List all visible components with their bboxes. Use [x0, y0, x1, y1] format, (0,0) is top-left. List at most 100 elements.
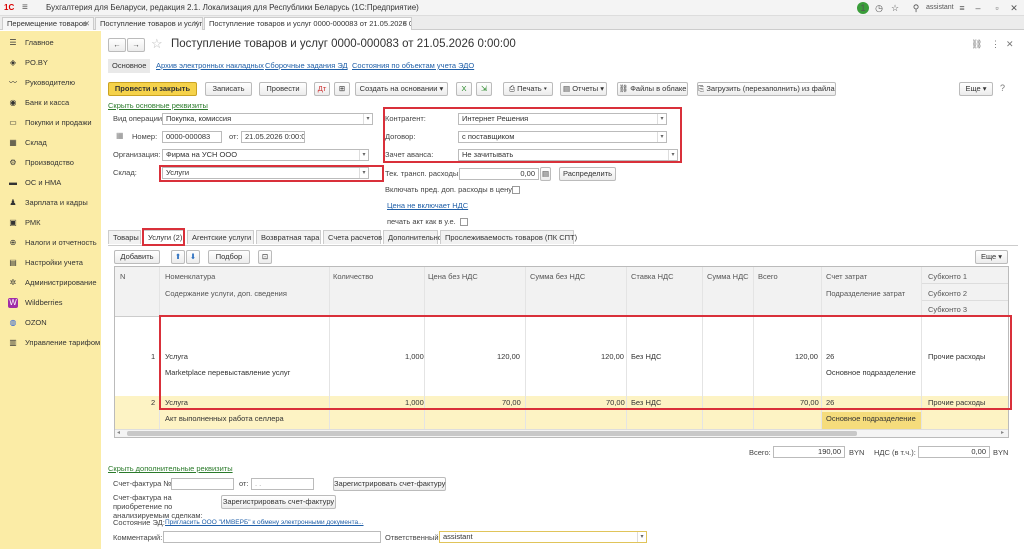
- dropdown-icon[interactable]: ▾: [363, 114, 372, 124]
- create-based-on-button[interactable]: Создать на основании ▾: [355, 82, 448, 96]
- tab-transfer[interactable]: Перемещение товаров ✕: [2, 17, 94, 30]
- print-act-checkbox[interactable]: [460, 218, 468, 226]
- history-icon[interactable]: ◷: [873, 2, 885, 14]
- dropdown-icon[interactable]: ▾: [359, 168, 368, 178]
- comment-field[interactable]: [163, 531, 381, 543]
- structure-icon[interactable]: ⊞: [334, 82, 350, 96]
- hide-extra-details-link[interactable]: Скрыть дополнительные реквизиты: [108, 463, 233, 475]
- sidebar-item[interactable]: ☰ Главное: [0, 33, 101, 53]
- calculator-icon[interactable]: ▤: [540, 167, 551, 181]
- tab-additional[interactable]: Дополнительно: [383, 230, 442, 244]
- table-settings-icon[interactable]: ⊡: [258, 250, 272, 264]
- dropdown-icon[interactable]: ▾: [359, 150, 368, 160]
- row1-sub1[interactable]: Прочие расходы: [928, 352, 985, 362]
- row1-dept[interactable]: Основное подразделение: [826, 368, 916, 378]
- col-sub3[interactable]: Субконто 3: [928, 305, 967, 315]
- contract-field[interactable]: с поставщиком▾⧉: [458, 131, 667, 143]
- notification-icon[interactable]: 1: [857, 2, 869, 14]
- dropdown-icon[interactable]: ▾: [637, 532, 646, 542]
- hide-main-details-link[interactable]: Скрыть основные реквизиты: [108, 100, 208, 112]
- close-tab-icon[interactable]: ✕: [193, 18, 199, 30]
- row1-total[interactable]: 120,00: [795, 352, 818, 362]
- dropdown-icon[interactable]: ▾: [657, 132, 666, 142]
- close-icon[interactable]: ✕: [1008, 2, 1020, 14]
- tab-receipt-document[interactable]: Поступление товаров и услуг 0000-000083 …: [204, 17, 412, 30]
- row2-account[interactable]: 26: [826, 398, 834, 408]
- select-button[interactable]: Подбор: [208, 250, 250, 264]
- sidebar-item[interactable]: ◈ PO.BY: [0, 53, 101, 73]
- table-more-button[interactable]: Еще ▾: [975, 250, 1008, 264]
- settings-menu-icon[interactable]: ≡: [956, 2, 968, 14]
- number-field[interactable]: 0000-000083: [162, 131, 222, 143]
- organization-field[interactable]: Фирма на УСН ООО▾⧉: [162, 149, 369, 161]
- advance-field[interactable]: Не зачитывать ▾: [458, 149, 678, 161]
- row2-total[interactable]: 70,00: [800, 398, 819, 408]
- sidebar-item[interactable]: ▣ РМК: [0, 213, 101, 233]
- write-button[interactable]: Записать: [205, 82, 252, 96]
- row1-rate[interactable]: Без НДС: [631, 352, 661, 362]
- dt-kt-icon[interactable]: Дт: [314, 82, 330, 96]
- tab-agent-services[interactable]: Агентские услуги: [187, 230, 254, 244]
- col-sum[interactable]: Сумма без НДС: [530, 272, 585, 282]
- register-invoice-button-2[interactable]: Зарегистрировать счет-фактуру: [221, 495, 336, 509]
- dropdown-icon[interactable]: ▾: [657, 114, 666, 124]
- sidebar-item[interactable]: ◍ OZON: [0, 313, 101, 333]
- col-item[interactable]: Номенклатура: [165, 272, 215, 282]
- col-qty[interactable]: Количество: [333, 272, 373, 282]
- sidebar-item[interactable]: ▤ Настройки учета: [0, 253, 101, 273]
- move-down-icon[interactable]: ⬇: [186, 250, 200, 264]
- cloud-files-button[interactable]: ⛓ Файлы в облаке: [617, 82, 688, 96]
- row1-item[interactable]: Услуга: [165, 352, 188, 362]
- row2-qty[interactable]: 1,000: [405, 398, 424, 408]
- col-n[interactable]: N: [120, 272, 125, 282]
- row1-content[interactable]: Marketplace перевыставление услуг: [165, 368, 290, 378]
- row2-sum[interactable]: 70,00: [606, 398, 625, 408]
- subtab-assembly[interactable]: Сборочные задания ЭД: [265, 60, 348, 72]
- post-and-close-button[interactable]: Провести и закрыть: [108, 82, 197, 96]
- number-edit-icon[interactable]: ▦: [116, 131, 124, 140]
- warehouse-field[interactable]: Услуги▾⧉: [162, 167, 369, 179]
- row2-item[interactable]: Услуга: [165, 398, 188, 408]
- col-content[interactable]: Содержание услуги, доп. сведения: [165, 289, 287, 299]
- sidebar-item[interactable]: ▦ Склад: [0, 133, 101, 153]
- col-dept[interactable]: Подразделение затрат: [826, 289, 905, 299]
- row1-qty[interactable]: 1,000: [405, 352, 424, 362]
- link-icon[interactable]: ⛓: [971, 39, 982, 50]
- col-price[interactable]: Цена без НДС: [428, 272, 478, 282]
- export-icon[interactable]: ⇲: [476, 82, 492, 96]
- move-up-icon[interactable]: ⬆: [171, 250, 185, 264]
- col-account[interactable]: Счет затрат: [826, 272, 867, 282]
- col-total[interactable]: Всего: [758, 272, 778, 282]
- more-vertical-icon[interactable]: ⋮: [991, 39, 1000, 50]
- hamburger-menu-icon[interactable]: ≡: [22, 2, 34, 14]
- sidebar-item[interactable]: ▬ ОС и НМА: [0, 173, 101, 193]
- transport-field[interactable]: 0,00: [459, 168, 539, 180]
- close-tab-icon[interactable]: ✕: [402, 18, 408, 30]
- more-button[interactable]: Еще ▾: [959, 82, 993, 96]
- counterparty-field[interactable]: Интернет Решения▾⧉: [458, 113, 667, 125]
- invoice-date-field[interactable]: . .▦: [251, 478, 314, 490]
- vat-link[interactable]: Цена не включает НДС: [387, 200, 468, 212]
- maximize-icon[interactable]: ▫: [991, 2, 1003, 14]
- sidebar-item[interactable]: ◉ Банк и касса: [0, 93, 101, 113]
- row1-sum[interactable]: 120,00: [601, 352, 624, 362]
- scroll-left-icon[interactable]: ◂: [117, 429, 120, 436]
- row2-content[interactable]: Акт выполненных работа селлера: [165, 414, 284, 424]
- row2-dept[interactable]: Основное подразделение: [826, 414, 916, 424]
- responsible-field[interactable]: assistant▾⧉: [439, 531, 647, 543]
- close-form-icon[interactable]: ✕: [1006, 39, 1014, 50]
- tab-returnable-containers[interactable]: Возвратная тара: [256, 230, 321, 244]
- current-user[interactable]: assistant: [926, 2, 954, 14]
- help-icon[interactable]: ?: [1000, 83, 1005, 93]
- invite-edo-link[interactable]: Пригласить ООО "ИМВЕРБ" к обмену электро…: [165, 517, 364, 529]
- tab-receipts-list[interactable]: Поступление товаров и услуг ✕: [95, 17, 203, 30]
- add-button[interactable]: Добавить: [114, 250, 160, 264]
- invoice-number-field[interactable]: [171, 478, 234, 490]
- sidebar-item[interactable]: 〰 Руководителю: [0, 73, 101, 93]
- reports-button[interactable]: ▤ Отчеты ▾: [560, 82, 607, 96]
- register-invoice-button[interactable]: Зарегистрировать счет-фактуру: [333, 477, 446, 491]
- tab-goods[interactable]: Товары: [108, 230, 141, 244]
- distribute-button[interactable]: Распределить: [559, 167, 616, 181]
- col-rate[interactable]: Ставка НДС: [631, 272, 674, 282]
- sidebar-item[interactable]: W Wildberries: [0, 293, 101, 313]
